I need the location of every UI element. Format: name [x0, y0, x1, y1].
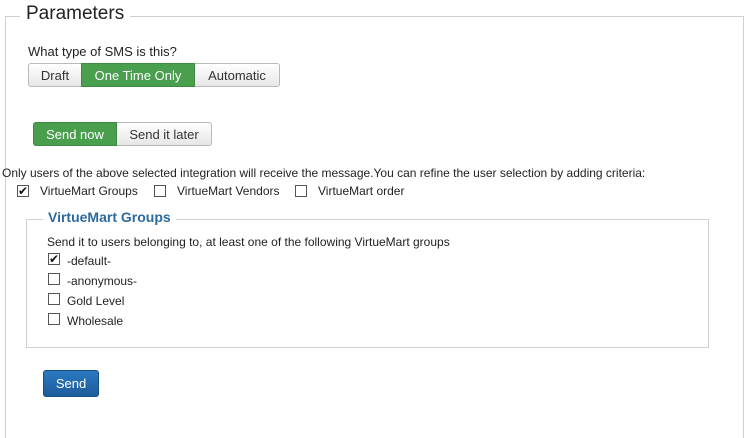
- group-wholesale-label: Wholesale: [67, 314, 124, 328]
- group-gold-level-label: Gold Level: [67, 294, 125, 308]
- criteria-virtuemart-groups-label: VirtueMart Groups: [40, 184, 138, 198]
- timing-button-group: Send now Send it later: [33, 122, 212, 146]
- group-gold-level-checkbox[interactable]: [48, 293, 60, 305]
- criteria-virtuemart-order-checkbox[interactable]: [295, 185, 307, 197]
- criteria-virtuemart-vendors-checkbox[interactable]: [154, 185, 166, 197]
- checkmark-icon: ✔: [17, 184, 29, 198]
- parameters-legend: Parameters: [20, 3, 131, 25]
- integration-note: Only users of the above selected integra…: [2, 166, 646, 180]
- group-anonymous-label: -anonymous-: [67, 274, 138, 288]
- group-anonymous-checkbox[interactable]: [48, 273, 60, 285]
- checkmark-icon: ✔: [48, 252, 60, 266]
- group-default-checkbox[interactable]: ✔: [48, 253, 60, 265]
- group-default-label: -default-: [67, 254, 112, 268]
- criteria-virtuemart-vendors-label: VirtueMart Vendors: [177, 184, 280, 198]
- send-later-button[interactable]: Send it later: [116, 122, 212, 146]
- sms-type-automatic-button[interactable]: Automatic: [194, 63, 280, 87]
- criteria-virtuemart-groups-checkbox[interactable]: ✔: [17, 185, 29, 197]
- virtuemart-groups-title: VirtueMart Groups: [43, 209, 176, 225]
- sms-type-one-time-only-button[interactable]: One Time Only: [81, 63, 195, 87]
- send-now-button[interactable]: Send now: [33, 122, 117, 146]
- criteria-virtuemart-order-label: VirtueMart order: [318, 184, 405, 198]
- group-wholesale-checkbox[interactable]: [48, 313, 60, 325]
- send-button[interactable]: Send: [43, 370, 99, 397]
- sms-type-button-group: Draft One Time Only Automatic: [28, 63, 280, 87]
- sms-type-question: What type of SMS is this?: [28, 44, 177, 59]
- sms-type-draft-button[interactable]: Draft: [28, 63, 82, 87]
- virtuemart-groups-description: Send it to users belonging to, at least …: [47, 235, 450, 249]
